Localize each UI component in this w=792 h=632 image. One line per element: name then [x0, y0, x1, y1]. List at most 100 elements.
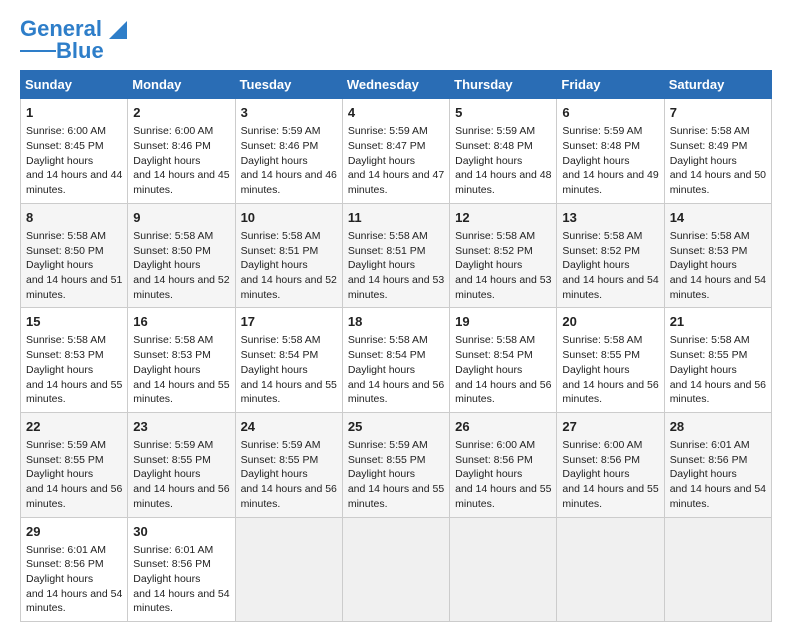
- logo-blue: Blue: [56, 40, 104, 62]
- daylight-label: Daylight hours: [455, 155, 522, 167]
- day-number: 28: [670, 418, 767, 436]
- daylight-label: Daylight hours: [348, 468, 415, 480]
- logo: General Blue: [20, 18, 127, 62]
- daylight-label: Daylight hours: [562, 364, 629, 376]
- calendar-cell: [235, 517, 342, 622]
- daylight-hours: and 14 hours and 45 minutes.: [133, 169, 229, 196]
- calendar-cell: 21Sunrise: 5:58 AMSunset: 8:55 PMDayligh…: [664, 308, 771, 413]
- sunrise: Sunrise: 5:59 AM: [133, 439, 213, 451]
- daylight-hours: and 14 hours and 56 minutes.: [562, 379, 658, 406]
- calendar-cell: 19Sunrise: 5:58 AMSunset: 8:54 PMDayligh…: [450, 308, 557, 413]
- sunrise: Sunrise: 6:01 AM: [26, 544, 106, 556]
- day-number: 6: [562, 104, 659, 122]
- daylight-hours: and 14 hours and 50 minutes.: [670, 169, 766, 196]
- sunrise: Sunrise: 5:58 AM: [670, 230, 750, 242]
- sunset: Sunset: 8:56 PM: [26, 558, 104, 570]
- sunrise: Sunrise: 5:58 AM: [133, 230, 213, 242]
- daylight-hours: and 14 hours and 52 minutes.: [133, 274, 229, 301]
- calendar-cell: 7Sunrise: 5:58 AMSunset: 8:49 PMDaylight…: [664, 99, 771, 204]
- daylight-hours: and 14 hours and 56 minutes.: [348, 379, 444, 406]
- sunrise: Sunrise: 5:58 AM: [562, 230, 642, 242]
- calendar-cell: 28Sunrise: 6:01 AMSunset: 8:56 PMDayligh…: [664, 412, 771, 517]
- daylight-hours: and 14 hours and 44 minutes.: [26, 169, 122, 196]
- sunset: Sunset: 8:52 PM: [455, 245, 533, 257]
- calendar-cell: 10Sunrise: 5:58 AMSunset: 8:51 PMDayligh…: [235, 203, 342, 308]
- daylight-hours: and 14 hours and 54 minutes.: [670, 274, 766, 301]
- daylight-hours: and 14 hours and 55 minutes.: [133, 379, 229, 406]
- daylight-hours: and 14 hours and 54 minutes.: [133, 588, 229, 615]
- sunset: Sunset: 8:54 PM: [455, 349, 533, 361]
- daylight-hours: and 14 hours and 49 minutes.: [562, 169, 658, 196]
- calendar-cell: 23Sunrise: 5:59 AMSunset: 8:55 PMDayligh…: [128, 412, 235, 517]
- sunrise: Sunrise: 5:58 AM: [348, 334, 428, 346]
- day-number: 7: [670, 104, 767, 122]
- sunset: Sunset: 8:55 PM: [26, 454, 104, 466]
- calendar-cell: 30Sunrise: 6:01 AMSunset: 8:56 PMDayligh…: [128, 517, 235, 622]
- day-number: 12: [455, 209, 552, 227]
- sunrise: Sunrise: 5:59 AM: [26, 439, 106, 451]
- day-number: 16: [133, 313, 230, 331]
- day-number: 27: [562, 418, 659, 436]
- sunrise: Sunrise: 6:00 AM: [562, 439, 642, 451]
- sunrise: Sunrise: 5:58 AM: [241, 230, 321, 242]
- daylight-hours: and 14 hours and 56 minutes.: [26, 483, 122, 510]
- calendar-cell: 2Sunrise: 6:00 AMSunset: 8:46 PMDaylight…: [128, 99, 235, 204]
- col-header-saturday: Saturday: [664, 71, 771, 99]
- week-row-3: 15 Sunrise: 5:58 AM Sunset: 8:53 PM Dayligh…: [21, 308, 772, 413]
- daylight-label: Daylight hours: [562, 155, 629, 167]
- calendar-cell: 13Sunrise: 5:58 AMSunset: 8:52 PMDayligh…: [557, 203, 664, 308]
- daylight-hours: and 14 hours and 55 minutes.: [26, 379, 122, 406]
- calendar-cell: 8Sunrise: 5:58 AMSunset: 8:50 PMDaylight…: [21, 203, 128, 308]
- calendar-cell: 15Sunrise: 5:58 AMSunset: 8:53 PMDayligh…: [21, 308, 128, 413]
- week-row-4: 22Sunrise: 5:59 AMSunset: 8:55 PMDayligh…: [21, 412, 772, 517]
- sunrise: Sunrise: 6:00 AM: [455, 439, 535, 451]
- day-number: 19: [455, 313, 552, 331]
- logo-text: General: [20, 18, 127, 40]
- daylight-hours: and 14 hours and 52 minutes.: [241, 274, 337, 301]
- sunset: Sunset: 8:53 PM: [26, 349, 104, 361]
- day-number: 17: [241, 313, 338, 331]
- calendar-cell: 25Sunrise: 5:59 AMSunset: 8:55 PMDayligh…: [342, 412, 449, 517]
- daylight-label: Daylight hours: [26, 364, 93, 376]
- sunset: Sunset: 8:52 PM: [562, 245, 640, 257]
- daylight-label: Daylight hours: [241, 155, 308, 167]
- sunset: Sunset: 8:48 PM: [562, 140, 640, 152]
- daylight-label: Daylight hours: [26, 573, 93, 585]
- calendar-cell: 27Sunrise: 6:00 AMSunset: 8:56 PMDayligh…: [557, 412, 664, 517]
- week-row-5: 29Sunrise: 6:01 AMSunset: 8:56 PMDayligh…: [21, 517, 772, 622]
- daylight-hours: and 14 hours and 56 minutes.: [670, 379, 766, 406]
- calendar-cell: 3Sunrise: 5:59 AMSunset: 8:46 PMDaylight…: [235, 99, 342, 204]
- day-number: 13: [562, 209, 659, 227]
- sunrise: Sunrise: 5:59 AM: [241, 439, 321, 451]
- daylight-label: Daylight hours: [455, 468, 522, 480]
- daylight-label: Daylight hours: [241, 468, 308, 480]
- week-row-1: 1Sunrise: 6:00 AMSunset: 8:45 PMDaylight…: [21, 99, 772, 204]
- daylight-hours: and 14 hours and 53 minutes.: [455, 274, 551, 301]
- header-row: SundayMondayTuesdayWednesdayThursdayFrid…: [21, 71, 772, 99]
- sunset: Sunset: 8:51 PM: [241, 245, 319, 257]
- sunrise: Sunrise: 6:01 AM: [670, 439, 750, 451]
- calendar-cell: 6Sunrise: 5:59 AMSunset: 8:48 PMDaylight…: [557, 99, 664, 204]
- sunrise: Sunrise: 6:00 AM: [133, 125, 213, 137]
- daylight-hours: and 14 hours and 54 minutes.: [670, 483, 766, 510]
- daylight-label: Daylight hours: [133, 364, 200, 376]
- calendar-cell: 16Sunrise: 5:58 AMSunset: 8:53 PMDayligh…: [128, 308, 235, 413]
- calendar-cell: 17Sunrise: 5:58 AMSunset: 8:54 PMDayligh…: [235, 308, 342, 413]
- sunset: Sunset: 8:47 PM: [348, 140, 426, 152]
- daylight-hours: and 14 hours and 46 minutes.: [241, 169, 337, 196]
- daylight-hours: and 14 hours and 55 minutes.: [241, 379, 337, 406]
- calendar-cell: 20Sunrise: 5:58 AMSunset: 8:55 PMDayligh…: [557, 308, 664, 413]
- sunrise: Sunrise: 5:58 AM: [562, 334, 642, 346]
- sunset: Sunset: 8:51 PM: [348, 245, 426, 257]
- daylight-label: Daylight hours: [133, 155, 200, 167]
- sunrise: Sunrise: 5:58 AM: [26, 230, 106, 242]
- sunrise: Sunrise: 5:59 AM: [455, 125, 535, 137]
- sunset: Sunset: 8:55 PM: [670, 349, 748, 361]
- daylight-label: Daylight hours: [241, 259, 308, 271]
- daylight-label: Daylight hours: [26, 259, 93, 271]
- day-number: 15: [26, 313, 123, 331]
- daylight-label: Daylight hours: [26, 468, 93, 480]
- daylight-label: Daylight hours: [455, 364, 522, 376]
- daylight-label: Daylight hours: [348, 364, 415, 376]
- daylight-label: Daylight hours: [562, 468, 629, 480]
